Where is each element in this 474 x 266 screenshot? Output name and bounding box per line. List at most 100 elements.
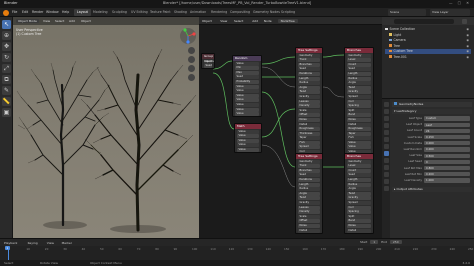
- menu-edit[interactable]: Edit: [22, 10, 28, 14]
- node-socket-row[interactable]: Geometry: [347, 53, 371, 58]
- viewport-menu-view[interactable]: View: [43, 19, 50, 23]
- workspace-tab-modeling[interactable]: Modeling: [90, 9, 111, 16]
- node-header[interactable]: Tree Settings: [296, 154, 322, 159]
- node-socket-row[interactable]: Gravity: [347, 90, 371, 95]
- timeline-menu-keying[interactable]: Keying: [28, 241, 38, 245]
- node-socket-row[interactable]: Probability: [235, 79, 259, 84]
- workspace-tab-scripting[interactable]: Scripting: [278, 9, 298, 16]
- property-field[interactable]: Leaf: [424, 122, 470, 127]
- property-field[interactable]: Custom: [424, 116, 470, 121]
- node-socket-row[interactable]: Level: [347, 164, 371, 169]
- outliner-item[interactable]: Camera ◉: [385, 38, 471, 43]
- node-socket-row[interactable]: Gravity: [298, 200, 320, 205]
- visibility-eye-icon[interactable]: ◉: [466, 55, 469, 60]
- node-socket-row[interactable]: Bend: [347, 219, 371, 224]
- node-socket-row[interactable]: Gravity: [347, 196, 371, 201]
- node-tree-settings[interactable]: Tree Settings Geometry Trunk Branches Seed It…: [295, 153, 323, 234]
- viewport-menu-object-mode[interactable]: Object Mode: [16, 19, 39, 23]
- menu-window[interactable]: Window: [46, 10, 59, 14]
- node-socket-row[interactable]: Noise: [347, 117, 371, 122]
- current-frame-badge[interactable]: 1: [5, 246, 10, 250]
- outliner-item[interactable]: Custom Tree ◉: [385, 49, 471, 54]
- node-socket-row[interactable]: Detail: [298, 122, 320, 127]
- node-socket-row[interactable]: Value: [237, 129, 259, 134]
- viewport-menu-select[interactable]: Select: [55, 19, 64, 23]
- menu-file[interactable]: File: [12, 10, 17, 14]
- properties-editor[interactable]: GeometryNodes ▾ LeafCategory Leaf Type Cu…: [382, 99, 474, 238]
- visibility-eye-icon[interactable]: ◉: [466, 38, 469, 43]
- property-field[interactable]: 0.150: [424, 134, 470, 140]
- node-socket-row[interactable]: Curl: [347, 205, 371, 210]
- node-socket-row[interactable]: Seed: [298, 67, 320, 72]
- outliner-search-input[interactable]: [394, 18, 454, 24]
- tool-icon[interactable]: [383, 102, 389, 107]
- node-socket-row[interactable]: Min: [235, 66, 259, 71]
- node-socket-row[interactable]: Geometry: [298, 159, 320, 164]
- scale-icon[interactable]: ⤢: [2, 64, 11, 73]
- render-icon[interactable]: [383, 109, 389, 114]
- window-controls[interactable]: — □ ✕: [449, 1, 471, 5]
- output-icon[interactable]: [383, 116, 389, 121]
- node-socket-row[interactable]: Spread: [347, 94, 371, 99]
- node-socket-row[interactable]: Radius: [347, 182, 371, 187]
- object-icon[interactable]: [383, 144, 389, 149]
- node-socket-row[interactable]: Spread: [298, 145, 320, 150]
- start-frame-field[interactable]: 1: [370, 240, 379, 244]
- node-header[interactable]: Tree Settings: [296, 48, 322, 53]
- node-socket-row[interactable]: Spacing: [347, 210, 371, 215]
- output-attributes-header[interactable]: ▸ Output Attributes: [392, 187, 472, 192]
- node-socket-row[interactable]: Seed: [298, 173, 320, 178]
- node-header[interactable]: Math: [235, 124, 261, 129]
- node-socket-row[interactable]: Offset: [298, 113, 320, 118]
- node-socket-row[interactable]: Length: [347, 71, 371, 76]
- node-socket-row[interactable]: Value: [235, 84, 259, 89]
- annotate-icon[interactable]: ✎: [2, 86, 11, 95]
- node-socket-row[interactable]: Length: [298, 182, 320, 187]
- filter-icon[interactable]: [462, 18, 467, 24]
- workspace-tab-layout[interactable]: Layout: [74, 9, 91, 16]
- node-socket-row[interactable]: Detail: [347, 122, 371, 127]
- node-socket-row[interactable]: Twist: [298, 90, 320, 95]
- property-field[interactable]: 0.500: [424, 153, 470, 158]
- node-socket-row[interactable]: Leaves: [298, 99, 320, 104]
- visibility-eye-icon[interactable]: ◉: [466, 27, 469, 32]
- node-math[interactable]: Math Value Value Value Value Value: [234, 123, 262, 153]
- material-icon[interactable]: [383, 186, 389, 191]
- node-socket-row[interactable]: Trunk: [298, 164, 320, 169]
- scene-selector[interactable]: Scene: [388, 9, 426, 16]
- node-socket-row[interactable]: Roughness: [347, 127, 371, 132]
- node-random[interactable]: Random Value Min Max Seed Probability Value Val…: [232, 55, 262, 118]
- end-frame-field[interactable]: 250: [389, 240, 402, 244]
- node-socket-row[interactable]: Value: [237, 147, 259, 152]
- node-socket-row[interactable]: Length: [298, 76, 320, 81]
- node-socket-row[interactable]: Fork: [347, 136, 371, 141]
- cursor-3d-icon[interactable]: ⊕: [2, 31, 11, 40]
- node-socket-row[interactable]: Noise: [298, 223, 320, 228]
- node-editor[interactable]: ObjectViewSelectAddNodeNodeTree Group In…: [199, 17, 382, 238]
- section-header[interactable]: ▾ LeafCategory: [392, 109, 472, 114]
- node-socket-row[interactable]: Noise: [298, 117, 320, 122]
- property-field[interactable]: 0.800: [424, 165, 470, 171]
- node-socket-row[interactable]: Value: [237, 134, 259, 139]
- viewport-menu-add[interactable]: Add: [69, 19, 75, 23]
- node-branches[interactable]: Branches Geometry Level Count Seed Length Radi…: [344, 153, 374, 234]
- node-socket-row[interactable]: Value: [237, 143, 259, 148]
- node-header[interactable]: Random: [233, 56, 261, 61]
- node-socket-row[interactable]: Value: [235, 98, 259, 103]
- blender-logo-icon[interactable]: [3, 9, 9, 16]
- property-field[interactable]: 0.000: [424, 141, 470, 146]
- node-socket-row[interactable]: Density: [298, 210, 320, 215]
- scene-icon[interactable]: [383, 130, 389, 135]
- workspace-tab-sculpting[interactable]: Sculpting: [109, 9, 130, 16]
- property-field[interactable]: 0.200: [424, 172, 470, 177]
- menu-help[interactable]: Help: [62, 10, 69, 14]
- property-field[interactable]: 1.000: [424, 178, 470, 183]
- outliner-item[interactable]: Light ◉: [385, 33, 471, 38]
- node-socket-row[interactable]: Value: [347, 145, 371, 150]
- node-header[interactable]: Branches: [345, 154, 373, 159]
- node-socket-row[interactable]: Gravity: [298, 94, 320, 99]
- node-socket-row[interactable]: Value: [235, 61, 259, 66]
- node-socket-row[interactable]: Radius: [298, 81, 320, 86]
- node-socket-row[interactable]: Roughness: [298, 127, 320, 132]
- node-socket-row[interactable]: Detail: [347, 228, 371, 233]
